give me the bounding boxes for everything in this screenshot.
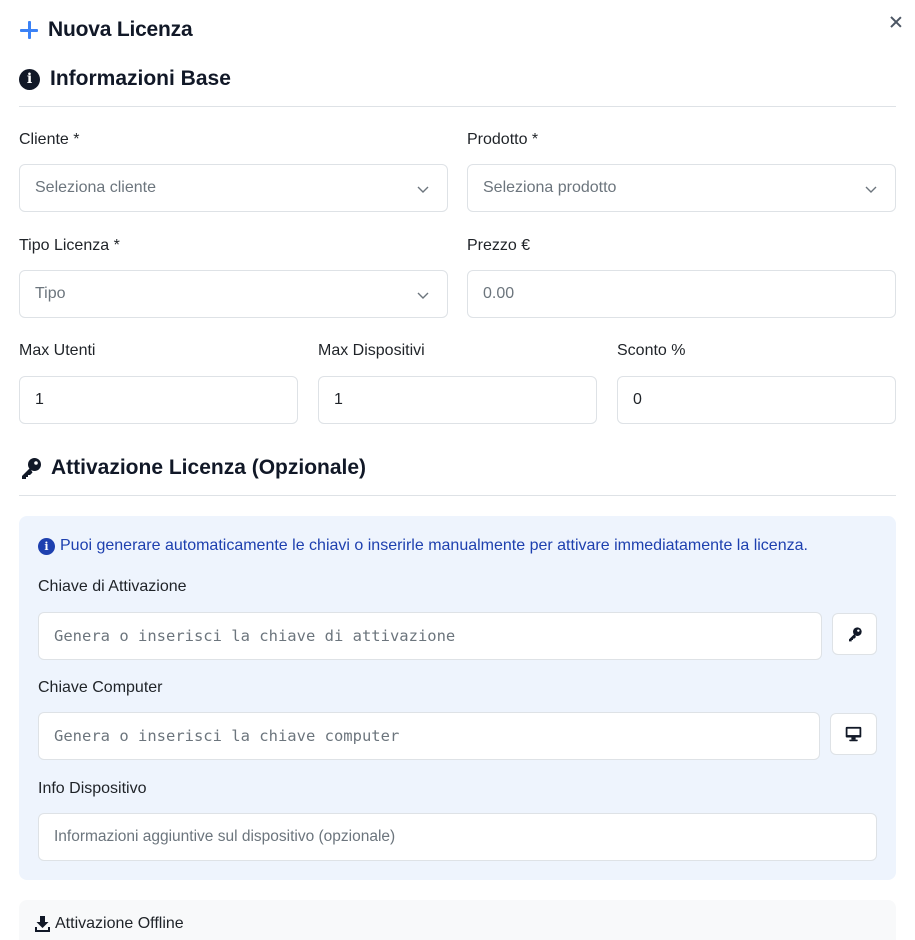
desktop-icon — [845, 726, 862, 742]
new-license-modal: Nuova Licenza i Informazioni Base Client… — [0, 0, 915, 940]
discount-input[interactable]: 0 — [617, 376, 896, 424]
max-devices-label: Max Dispositivi — [318, 342, 425, 359]
client-label: Cliente * — [19, 131, 80, 148]
section-divider — [19, 495, 896, 496]
product-select-placeholder: Seleziona prodotto — [483, 179, 617, 196]
max-users-label: Max Utenti — [19, 342, 96, 359]
computer-key-placeholder: Genera o inserisci la chiave computer — [54, 727, 400, 745]
section-activation-title: Attivazione Licenza (Opzionale) — [51, 456, 367, 479]
license-type-placeholder: Tipo — [35, 285, 66, 302]
offline-activation-header[interactable]: Attivazione Offline — [34, 915, 184, 933]
generate-activation-key-button[interactable] — [832, 613, 877, 655]
chevron-down-icon — [417, 186, 429, 193]
max-users-input[interactable]: 1 — [19, 376, 298, 424]
activation-info-text: Puoi generare automaticamente le chiavi … — [60, 537, 808, 554]
activation-info-alert: i Puoi generare automaticamente le chiav… — [38, 537, 808, 555]
max-devices-value: 1 — [334, 391, 343, 408]
client-select[interactable]: Seleziona cliente — [19, 164, 448, 212]
price-label: Prezzo € — [467, 237, 531, 254]
activation-key-placeholder: Genera o inserisci la chiave di attivazi… — [54, 627, 456, 645]
license-type-select[interactable]: Tipo — [19, 270, 448, 318]
info-circle-icon: i — [19, 68, 40, 90]
discount-value: 0 — [633, 391, 642, 408]
price-input-placeholder: 0.00 — [483, 285, 515, 302]
modal-header: Nuova Licenza — [19, 18, 193, 42]
client-select-placeholder: Seleziona cliente — [35, 179, 156, 196]
modal-title: Nuova Licenza — [48, 18, 193, 41]
download-icon — [35, 916, 50, 932]
device-info-placeholder: Informazioni aggiuntive sul dispositivo … — [54, 828, 396, 845]
close-icon[interactable] — [886, 12, 906, 32]
product-label: Prodotto * — [467, 131, 539, 148]
activation-key-label: Chiave di Attivazione — [38, 578, 187, 595]
section-basic-info-header: i Informazioni Base — [19, 67, 231, 91]
computer-key-input[interactable]: Genera o inserisci la chiave computer — [38, 712, 820, 760]
key-icon — [22, 458, 41, 479]
activation-key-input[interactable]: Genera o inserisci la chiave di attivazi… — [38, 612, 822, 660]
max-users-value: 1 — [35, 391, 44, 408]
license-type-label: Tipo Licenza * — [19, 237, 120, 254]
chevron-down-icon — [865, 186, 877, 193]
section-basic-info-title: Informazioni Base — [50, 67, 231, 90]
section-activation-header: Attivazione Licenza (Opzionale) — [19, 456, 366, 480]
chevron-down-icon — [417, 292, 429, 299]
max-devices-input[interactable]: 1 — [318, 376, 597, 424]
plus-icon — [19, 20, 39, 40]
section-divider — [19, 106, 896, 107]
device-info-input[interactable]: Informazioni aggiuntive sul dispositivo … — [38, 813, 877, 861]
key-icon — [848, 627, 862, 642]
product-select[interactable]: Seleziona prodotto — [467, 164, 896, 212]
generate-computer-key-button[interactable] — [830, 713, 877, 755]
offline-activation-title: Attivazione Offline — [55, 915, 184, 932]
computer-key-label: Chiave Computer — [38, 679, 163, 696]
device-info-label: Info Dispositivo — [38, 780, 147, 797]
discount-label: Sconto % — [617, 342, 686, 359]
price-input[interactable]: 0.00 — [467, 270, 896, 318]
info-circle-icon: i — [38, 537, 55, 555]
